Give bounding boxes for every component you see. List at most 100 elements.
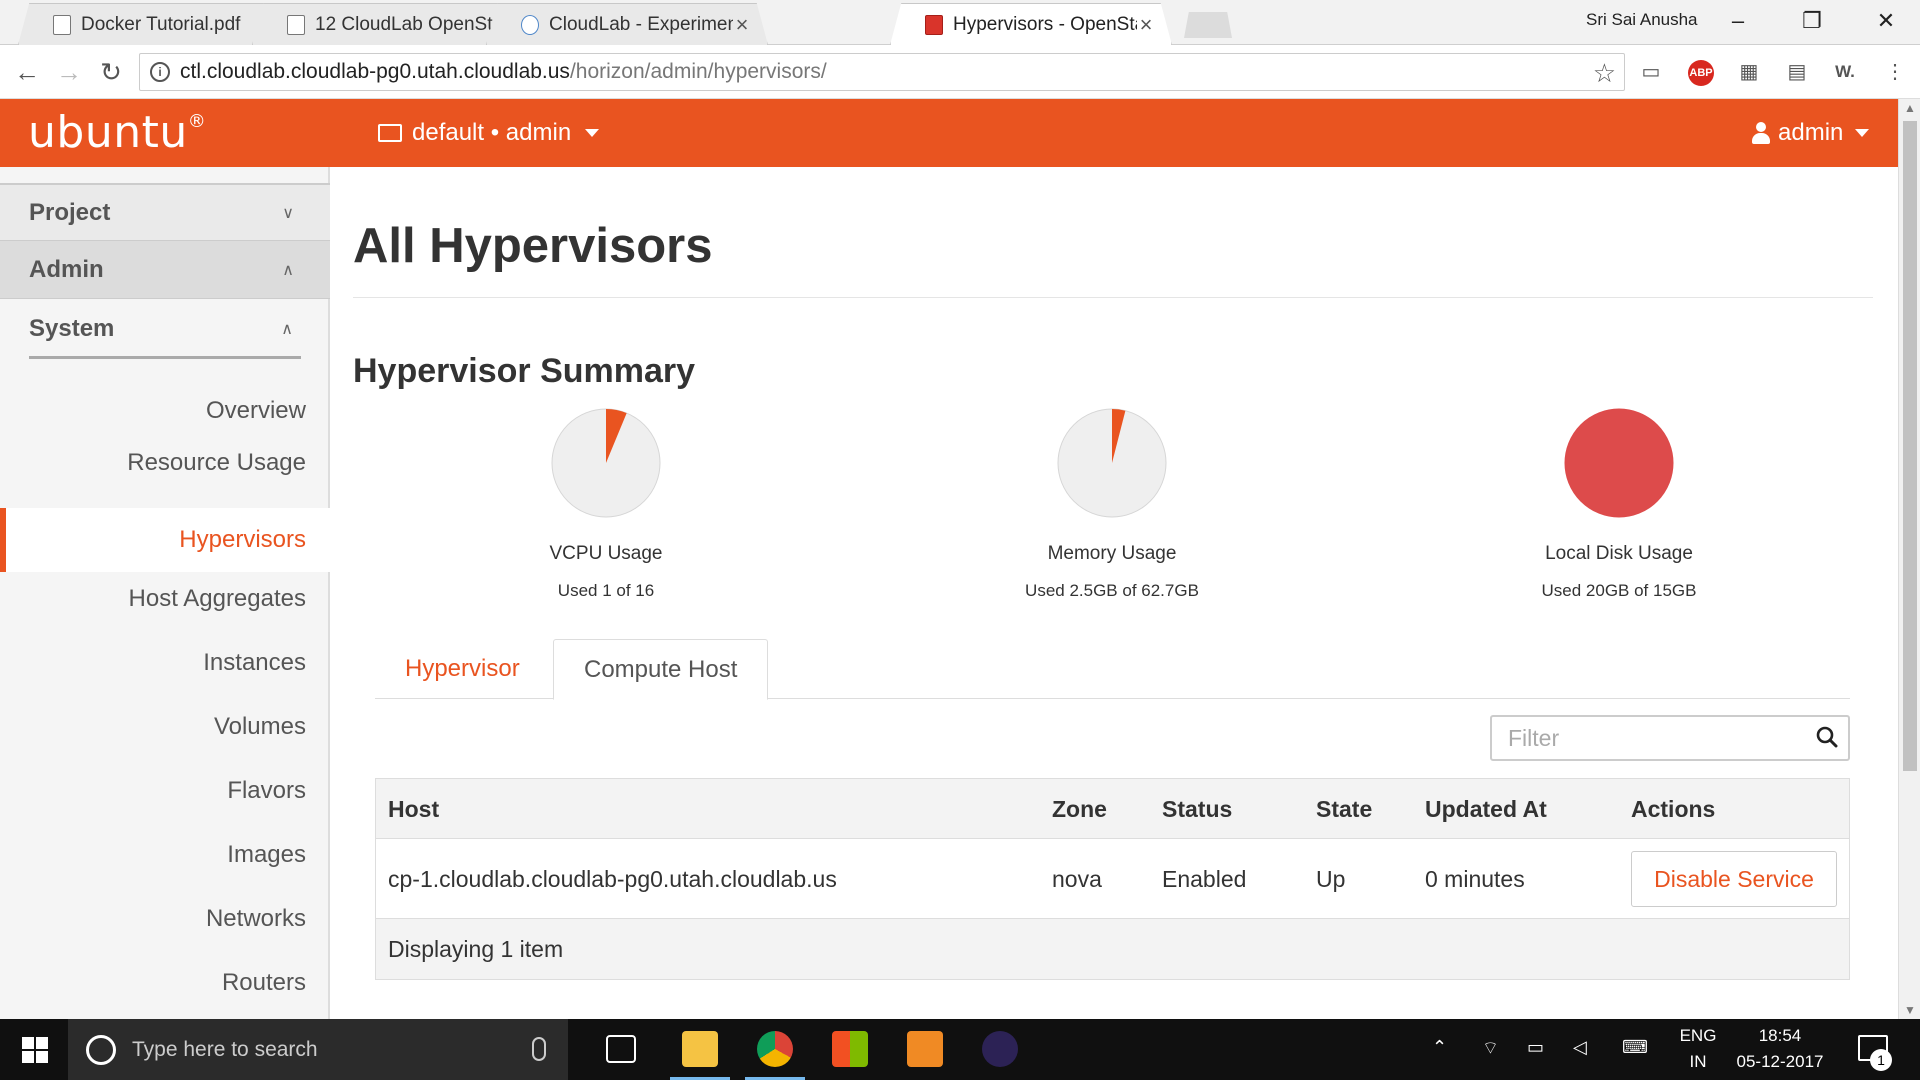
logo-text: ubuntu [28,107,188,158]
film-icon[interactable]: ▦ [1734,57,1764,87]
forward-icon[interactable]: → [54,57,84,87]
sidebar-item-flavors[interactable]: Flavors [0,763,330,819]
cell-updated-at: 0 minutes [1425,866,1525,892]
sidebar-section-admin[interactable]: Admin ∧ [0,241,330,299]
info-icon[interactable]: i [150,62,170,82]
tab-title: 12 CloudLab OpenStack [315,13,499,35]
minimize-icon[interactable]: – [1718,6,1758,36]
back-icon[interactable]: ← [12,57,42,87]
adblock-icon[interactable]: ABP [1688,60,1714,86]
chevron-up-icon: ∧ [281,321,293,338]
divider [353,297,1873,298]
sidebar-item-volumes[interactable]: Volumes [0,699,330,755]
content-tabs: Hypervisor Compute Host [375,639,1850,700]
column-header-state[interactable]: State [1316,796,1372,823]
sidebar-item-images[interactable]: Images [0,827,330,883]
browser-tab-hypervisors[interactable]: Hypervisors - OpenStack × [890,3,1172,45]
sidebar-item-networks[interactable]: Networks [0,891,330,947]
chrome-icon[interactable] [757,1031,793,1067]
reload-icon[interactable]: ↻ [96,57,126,87]
volume-icon[interactable]: ◁ [1573,1037,1587,1058]
summary-title: Hypervisor Summary [353,352,696,390]
lang-bottom: IN [1689,1052,1707,1071]
pie-detail: Used 20GB of 15GB [1541,581,1697,600]
scroll-up-icon[interactable]: ▲ [1899,101,1920,115]
memory-usage-chart: Memory Usage Used 2.5GB of 62.7GB [962,407,1262,601]
caret-down-icon [585,129,600,137]
restore-icon[interactable]: ❐ [1792,6,1832,36]
cell-host: cp-1.cloudlab.cloudlab-pg0.utah.cloudlab… [388,866,837,892]
group-label: System [29,315,115,342]
filter-box [1490,715,1850,761]
close-icon[interactable]: × [733,13,751,35]
ubuntu-logo[interactable]: ubuntu® [28,107,206,158]
scroll-down-icon[interactable]: ▼ [1899,1003,1920,1017]
wifi-icon[interactable]: ⌔ [1482,1037,1499,1060]
pie-label: VCPU Usage [549,543,663,564]
memory-pie [1057,408,1167,518]
tab-title: Hypervisors - OpenStack [953,13,1137,35]
user-label: admin [1778,119,1844,146]
star-icon[interactable]: ☆ [1593,58,1616,89]
file-explorer-icon[interactable] [682,1031,718,1067]
sidebar-item-overview[interactable]: Overview [0,383,330,439]
project-icon [378,124,402,142]
column-header-host[interactable]: Host [388,796,439,823]
new-tab-button[interactable] [1184,12,1232,38]
battery-icon[interactable]: ▭ [1527,1037,1544,1058]
column-header-zone[interactable]: Zone [1052,796,1107,823]
sidebar: Project ∨ Admin ∧ System ∧ Overview Reso… [0,167,330,1019]
column-header-status[interactable]: Status [1162,796,1232,823]
pie-label: Local Disk Usage [1545,543,1693,564]
task-view-icon[interactable] [606,1035,636,1063]
sidebar-group-system[interactable]: System ∧ [29,315,301,359]
sidebar-section-project[interactable]: Project ∨ [0,183,330,241]
cortana-icon[interactable] [86,1034,116,1065]
tab-compute-host[interactable]: Compute Host [553,639,769,700]
search-icon[interactable] [1816,726,1838,748]
microphone-icon[interactable] [532,1037,546,1061]
close-icon[interactable]: × [1137,13,1155,35]
tab-title: Docker Tutorial.pdf [81,13,241,35]
chevron-up-icon[interactable]: ⌃ [1432,1037,1447,1058]
search-placeholder: Type here to search [132,1037,318,1061]
store-icon[interactable] [832,1031,868,1067]
taskbar-search[interactable]: Type here to search [68,1019,568,1080]
windows-start-icon[interactable] [22,1037,48,1063]
sidebar-item-hypervisors[interactable]: Hypervisors [0,508,330,572]
sidebar-item-host-aggregates[interactable]: Host Aggregates [0,571,330,627]
tab-hypervisor[interactable]: Hypervisor [375,639,550,700]
browser-tab-cloudlab-experiment[interactable]: CloudLab - Experiment S × [486,3,768,45]
notification-badge: 1 [1870,1049,1892,1071]
pdf-icon[interactable]: ▤ [1782,57,1812,87]
vcpu-usage-chart: VCPU Usage Used 1 of 16 [456,407,756,601]
page-scrollbar[interactable]: ▲ ▼ [1898,99,1920,1019]
language-indicator[interactable]: ENG IN [1668,1023,1728,1075]
disable-service-button[interactable]: Disable Service [1631,851,1837,907]
sidebar-item-routers[interactable]: Routers [0,955,330,1011]
cell-zone: nova [1052,866,1102,892]
project-context-dropdown[interactable]: default • admin [378,119,600,147]
profile-name[interactable]: Sri Sai Anusha [1586,10,1698,30]
sidebar-item-resource-usage[interactable]: Resource Usage [0,435,330,491]
system-clock[interactable]: 18:54 05-12-2017 [1730,1023,1830,1075]
address-bar[interactable]: i ctl.cloudlab.cloudlab-pg0.utah.cloudla… [139,53,1625,91]
browser-tab-strip: Docker Tutorial.pdf × 12 CloudLab OpenSt… [0,0,1920,45]
eclipse-icon[interactable] [982,1031,1018,1067]
url-host: ctl.cloudlab.cloudlab-pg0.utah.cloudlab.… [180,60,570,83]
pie-label: Memory Usage [1047,543,1177,564]
close-window-icon[interactable]: ✕ [1866,6,1906,36]
keyboard-icon[interactable]: ⌨ [1622,1037,1648,1058]
cast-icon[interactable]: ▭ [1636,57,1666,87]
sidebar-item-instances[interactable]: Instances [0,635,330,691]
media-player-icon[interactable] [907,1031,943,1067]
windows-taskbar: Type here to search ⌃ ⌔ ▭ ◁ ⌨ ENG IN 18:… [0,1019,1920,1080]
w-extension-icon[interactable]: W. [1830,57,1860,87]
pie-detail: Used 2.5GB of 62.7GB [1025,581,1199,600]
filter-input[interactable] [1492,717,1792,759]
scroll-thumb[interactable] [1903,121,1917,771]
user-menu-dropdown[interactable]: admin [1752,119,1870,147]
column-header-updated-at[interactable]: Updated At [1425,796,1547,823]
table-header: Host Zone Status State Updated At Action… [376,779,1849,839]
menu-icon[interactable]: ⋮ [1880,57,1910,87]
